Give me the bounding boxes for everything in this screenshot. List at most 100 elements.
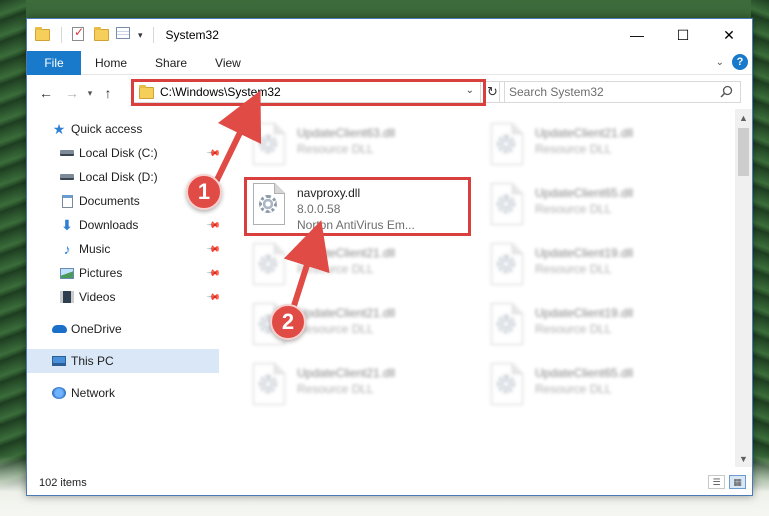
file-name: UpdateClient65.dll (535, 366, 634, 380)
file-name: UpdateClient21.dll (297, 246, 396, 260)
maximize-button[interactable]: ☐ (660, 19, 706, 51)
file-name: UpdateClient21.dll (297, 306, 396, 320)
tab-file[interactable]: File (27, 50, 81, 75)
window-title: System32 (165, 28, 219, 42)
file-tile[interactable]: UpdateClient19.dll Resource DLL (487, 241, 707, 297)
minimize-button[interactable]: — (614, 19, 660, 51)
file-tile[interactable]: UpdateClient65.dll Resource DLL (487, 361, 707, 417)
sidebar-item-label: Music (79, 242, 111, 256)
sidebar-item-label: Documents (79, 194, 140, 208)
item-count: 102 items (39, 477, 87, 489)
navigation-pane: ★ Quick access Local Disk (C:) 📌 Local D… (27, 117, 223, 467)
sidebar-item-label: This PC (71, 354, 114, 368)
file-tile[interactable]: UpdateClient21.dll Resource DLL (249, 361, 469, 417)
search-box[interactable]: Search System32 (499, 81, 741, 103)
up-arrow-icon[interactable]: ↑ (97, 82, 119, 104)
recent-locations-chevron-icon[interactable]: ▾ (83, 88, 97, 99)
pin-icon: 📌 (206, 265, 222, 281)
toolbar-separator (152, 27, 154, 43)
file-tile[interactable]: UpdateClient65.dll Resource DLL (487, 181, 707, 237)
sidebar-item-this-pc[interactable]: This PC (27, 349, 219, 373)
dll-file-icon (487, 181, 527, 229)
tab-share[interactable]: Share (141, 51, 201, 75)
close-button[interactable]: ✕ (706, 19, 752, 51)
sidebar-item-label: Pictures (79, 266, 123, 280)
sidebar-item-onedrive[interactable]: OneDrive (51, 317, 221, 341)
file-name: UpdateClient19.dll (535, 306, 634, 320)
sidebar-item-label: Local Disk (D:) (79, 170, 158, 184)
sidebar-item-videos[interactable]: Videos 📌 (59, 285, 222, 309)
pictures-icon (59, 265, 75, 281)
callout-1: 1 (186, 174, 222, 210)
search-input[interactable]: Search System32 (509, 85, 604, 99)
properties-icon[interactable] (116, 27, 132, 43)
dll-file-icon (487, 121, 527, 169)
scroll-up-icon[interactable]: ▲ (735, 109, 752, 126)
file-tile[interactable]: UpdateClient19.dll Resource DLL (487, 301, 707, 357)
sidebar-item-network[interactable]: Network (51, 381, 221, 405)
file-tile[interactable]: UpdateClient21.dll Resource DLL (249, 241, 469, 297)
file-type: Resource DLL (535, 382, 612, 396)
sidebar-item-label: Videos (79, 290, 116, 304)
new-folder-icon[interactable] (94, 27, 110, 43)
sidebar-item-label: Local Disk (C:) (79, 146, 158, 160)
expand-ribbon-chevron-icon[interactable]: ⌄ (716, 57, 724, 68)
forward-arrow-icon[interactable]: → (61, 82, 83, 104)
music-icon: ♪ (63, 241, 71, 257)
sidebar-item-label: Network (71, 386, 116, 400)
file-name: UpdateClient21.dll (297, 366, 396, 380)
folder-icon (35, 27, 51, 43)
pin-icon: 📌 (206, 145, 222, 161)
file-type: Resource DLL (297, 262, 374, 276)
pin-icon: 📌 (206, 241, 222, 257)
file-type: Resource DLL (297, 142, 374, 156)
tiles-view-icon[interactable]: ▦ (729, 475, 746, 489)
dll-file-icon (249, 361, 289, 409)
dll-file-icon (249, 121, 289, 169)
address-bar-highlight (131, 79, 486, 106)
toolbar-separator (61, 27, 62, 43)
pc-icon (51, 353, 67, 369)
sidebar-item-quick-access[interactable]: ★ Quick access (51, 117, 221, 141)
downloads-icon: ⬇ (61, 216, 73, 233)
file-tile[interactable]: UpdateClient63.dll Resource DLL (249, 121, 469, 177)
scroll-down-icon[interactable]: ▼ (735, 450, 752, 467)
file-name: UpdateClient65.dll (535, 186, 634, 200)
drive-icon (59, 145, 75, 161)
tab-home[interactable]: Home (81, 51, 141, 75)
title-bar: ▾ System32 — ☐ ✕ (27, 19, 752, 51)
file-highlight (244, 177, 471, 236)
tab-view[interactable]: View (201, 51, 255, 75)
vertical-scrollbar[interactable]: ▲ ▼ (735, 109, 752, 467)
customize-toolbar-chevron-icon[interactable]: ▾ (138, 30, 143, 41)
sidebar-item-local-disk-c[interactable]: Local Disk (C:) 📌 (59, 141, 222, 165)
file-tile[interactable]: UpdateClient21.dll Resource DLL (487, 121, 707, 177)
wallpaper-left (0, 0, 26, 516)
properties-check-icon[interactable] (72, 25, 88, 43)
drive-icon (59, 169, 75, 185)
pin-icon: 📌 (206, 289, 222, 305)
details-view-icon[interactable]: ☰ (708, 475, 725, 489)
file-type: Resource DLL (535, 202, 612, 216)
window-controls: — ☐ ✕ (614, 19, 752, 51)
file-list: UpdateClient63.dll Resource DLL UpdateCli… (223, 115, 737, 467)
file-name: UpdateClient21.dll (535, 126, 634, 140)
back-arrow-icon[interactable]: ← (35, 82, 57, 104)
file-type: Resource DLL (535, 262, 612, 276)
file-type: Resource DLL (297, 382, 374, 396)
status-bar: 102 items ☰ ▦ (27, 471, 752, 495)
sidebar-item-pictures[interactable]: Pictures 📌 (59, 261, 222, 285)
sidebar-item-label: Quick access (71, 122, 143, 136)
file-type: Resource DLL (535, 142, 612, 156)
onedrive-icon (51, 321, 67, 337)
sidebar-item-label: OneDrive (71, 322, 122, 336)
documents-icon (59, 193, 75, 209)
sidebar-item-downloads[interactable]: ⬇ Downloads 📌 (59, 213, 221, 237)
dll-file-icon (487, 361, 527, 409)
sidebar-item-music[interactable]: ♪ Music 📌 (59, 237, 222, 261)
search-icon[interactable] (720, 85, 733, 98)
help-icon[interactable]: ? (732, 54, 748, 70)
file-type: Resource DLL (535, 322, 612, 336)
ribbon-tabs: File Home Share View ⌄ ? (27, 50, 752, 75)
scrollbar-thumb[interactable] (738, 128, 749, 176)
